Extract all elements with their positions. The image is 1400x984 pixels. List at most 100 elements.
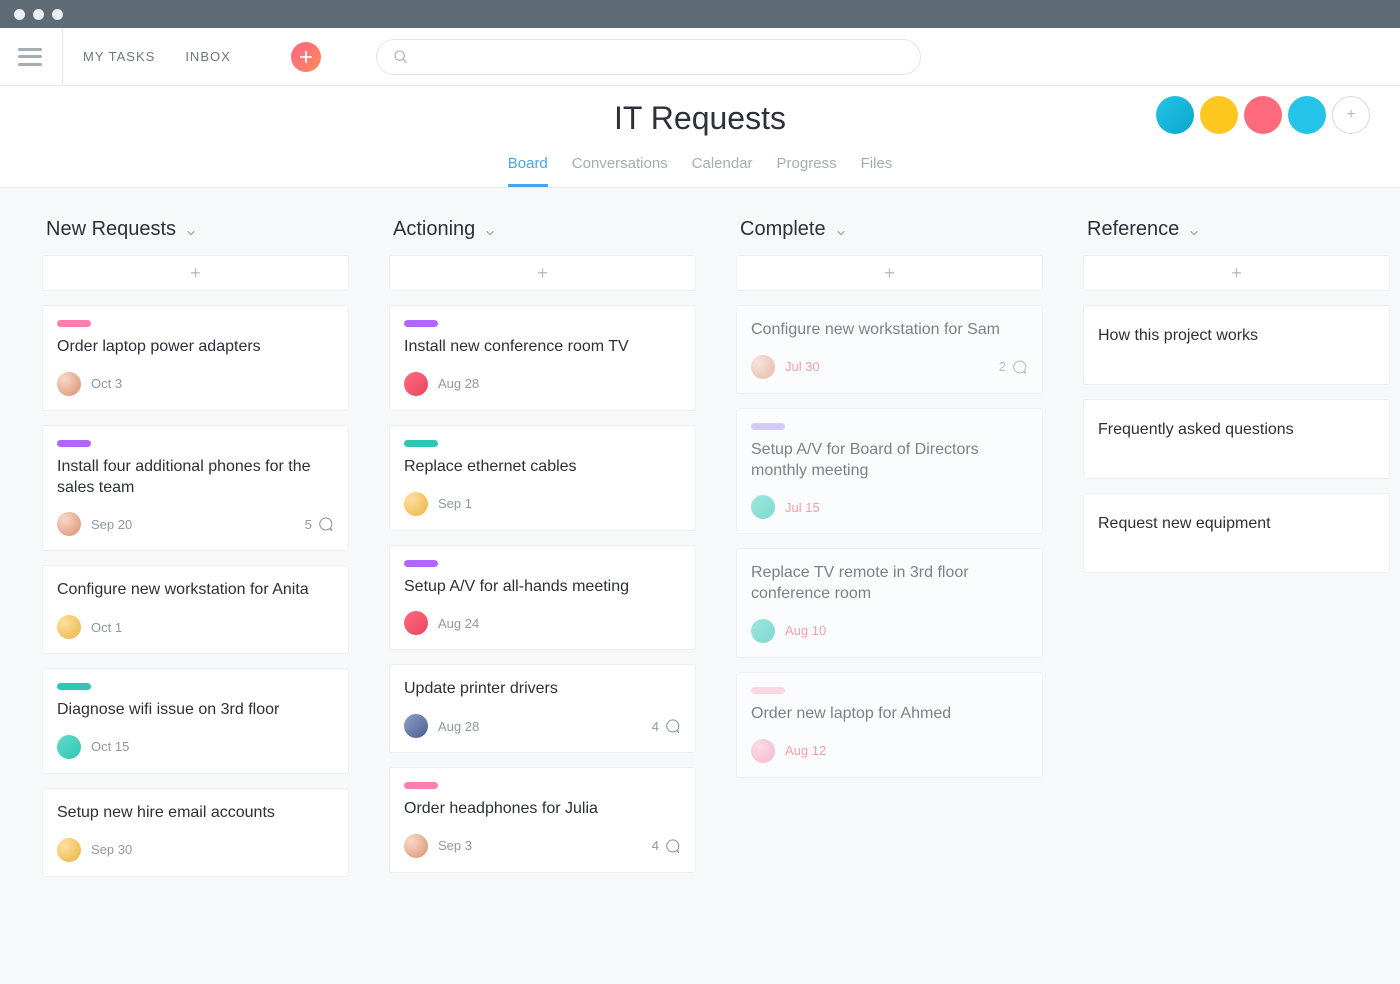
card-title: Configure new workstation for Sam <box>751 320 1028 341</box>
tab-calendar[interactable]: Calendar <box>692 155 753 187</box>
column-title: Reference <box>1087 218 1179 241</box>
assignee-avatar[interactable] <box>751 355 775 379</box>
task-card[interactable]: Order headphones for Julia Sep 3 4 <box>389 767 696 873</box>
add-member-button[interactable]: + <box>1332 96 1370 134</box>
column-header[interactable]: Actioning <box>389 218 696 241</box>
task-card[interactable]: Request new equipment <box>1083 493 1390 573</box>
kanban-board: New Requests + Order laptop power adapte… <box>0 188 1400 891</box>
task-card[interactable]: Replace ethernet cables Sep 1 <box>389 425 696 531</box>
comment-icon <box>663 837 681 855</box>
assignee-avatar[interactable] <box>404 714 428 738</box>
assignee-avatar[interactable] <box>404 611 428 635</box>
card-title: Install four additional phones for the s… <box>57 457 334 499</box>
assignee-avatar[interactable] <box>57 615 81 639</box>
due-date: Jul 30 <box>785 359 820 374</box>
comment-icon <box>1010 358 1028 376</box>
due-date: Sep 3 <box>438 838 472 853</box>
column-header[interactable]: Complete <box>736 218 1043 241</box>
window-close-icon[interactable] <box>14 9 25 20</box>
task-card[interactable]: Frequently asked questions <box>1083 399 1390 479</box>
comments-count[interactable]: 5 <box>305 515 334 533</box>
tab-progress[interactable]: Progress <box>777 155 837 187</box>
window-minimize-icon[interactable] <box>33 9 44 20</box>
plus-icon <box>299 50 313 64</box>
tag-pill <box>404 320 438 327</box>
column-header[interactable]: New Requests <box>42 218 349 241</box>
due-date: Aug 28 <box>438 376 479 391</box>
top-navbar: MY TASKS INBOX <box>0 28 1400 86</box>
card-title: Request new equipment <box>1098 514 1271 535</box>
task-card[interactable]: Setup A/V for Board of Directors monthly… <box>736 408 1043 535</box>
window-titlebar <box>0 0 1400 28</box>
member-avatar[interactable] <box>1156 96 1194 134</box>
menu-icon[interactable] <box>18 48 42 66</box>
add-card-button[interactable]: + <box>42 255 349 291</box>
task-card[interactable]: Replace TV remote in 3rd floor conferenc… <box>736 548 1043 658</box>
due-date: Sep 20 <box>91 517 132 532</box>
chevron-down-icon <box>186 225 196 235</box>
tag-pill <box>404 782 438 789</box>
chevron-down-icon <box>836 225 846 235</box>
project-members: + <box>1156 96 1370 134</box>
tag-pill <box>57 683 91 690</box>
column-reference: Reference + How this project works Frequ… <box>1083 218 1390 587</box>
assignee-avatar[interactable] <box>751 619 775 643</box>
member-avatar[interactable] <box>1244 96 1282 134</box>
assignee-avatar[interactable] <box>404 492 428 516</box>
nav-my-tasks[interactable]: MY TASKS <box>83 49 155 64</box>
assignee-avatar[interactable] <box>404 372 428 396</box>
column-title: Actioning <box>393 218 475 241</box>
assignee-avatar[interactable] <box>404 834 428 858</box>
task-card[interactable]: Diagnose wifi issue on 3rd floor Oct 15 <box>42 668 349 774</box>
card-title: Replace TV remote in 3rd floor conferenc… <box>751 563 1028 605</box>
task-card[interactable]: Order new laptop for Ahmed Aug 12 <box>736 672 1043 778</box>
add-card-button[interactable]: + <box>736 255 1043 291</box>
task-card[interactable]: Setup A/V for all-hands meeting Aug 24 <box>389 545 696 651</box>
task-card[interactable]: Order laptop power adapters Oct 3 <box>42 305 349 411</box>
task-card[interactable]: How this project works <box>1083 305 1390 385</box>
view-tabs: Board Conversations Calendar Progress Fi… <box>0 155 1400 187</box>
task-card[interactable]: Setup new hire email accounts Sep 30 <box>42 788 349 877</box>
search-input[interactable] <box>376 39 921 75</box>
due-date: Oct 15 <box>91 739 129 754</box>
comments-count[interactable]: 4 <box>652 717 681 735</box>
due-date: Sep 30 <box>91 842 132 857</box>
chevron-down-icon <box>1189 225 1199 235</box>
tab-conversations[interactable]: Conversations <box>572 155 668 187</box>
tag-pill <box>57 320 91 327</box>
member-avatar[interactable] <box>1288 96 1326 134</box>
assignee-avatar[interactable] <box>57 372 81 396</box>
member-avatar[interactable] <box>1200 96 1238 134</box>
column-header[interactable]: Reference <box>1083 218 1390 241</box>
tab-files[interactable]: Files <box>861 155 893 187</box>
comments-count[interactable]: 4 <box>652 837 681 855</box>
assignee-avatar[interactable] <box>751 495 775 519</box>
card-title: Diagnose wifi issue on 3rd floor <box>57 700 334 721</box>
task-card[interactable]: Install new conference room TV Aug 28 <box>389 305 696 411</box>
due-date: Oct 1 <box>91 620 122 635</box>
add-card-button[interactable]: + <box>389 255 696 291</box>
add-card-button[interactable]: + <box>1083 255 1390 291</box>
assignee-avatar[interactable] <box>751 739 775 763</box>
task-card[interactable]: Configure new workstation for Anita Oct … <box>42 565 349 654</box>
add-button[interactable] <box>291 42 321 72</box>
card-title: Frequently asked questions <box>1098 420 1294 441</box>
tag-pill <box>57 440 91 447</box>
task-card[interactable]: Configure new workstation for Sam Jul 30… <box>736 305 1043 394</box>
task-card[interactable]: Update printer drivers Aug 28 4 <box>389 664 696 753</box>
window-maximize-icon[interactable] <box>52 9 63 20</box>
tab-board[interactable]: Board <box>508 155 548 187</box>
assignee-avatar[interactable] <box>57 512 81 536</box>
assignee-avatar[interactable] <box>57 735 81 759</box>
comments-count[interactable]: 2 <box>999 358 1028 376</box>
tag-pill <box>751 423 785 430</box>
tag-pill <box>404 560 438 567</box>
card-title: Order laptop power adapters <box>57 337 334 358</box>
card-title: Order new laptop for Ahmed <box>751 704 1028 725</box>
page-header: IT Requests + Board Conversations Calend… <box>0 86 1400 188</box>
card-title: Order headphones for Julia <box>404 799 681 820</box>
assignee-avatar[interactable] <box>57 838 81 862</box>
column-title: Complete <box>740 218 826 241</box>
nav-inbox[interactable]: INBOX <box>185 49 230 64</box>
task-card[interactable]: Install four additional phones for the s… <box>42 425 349 552</box>
